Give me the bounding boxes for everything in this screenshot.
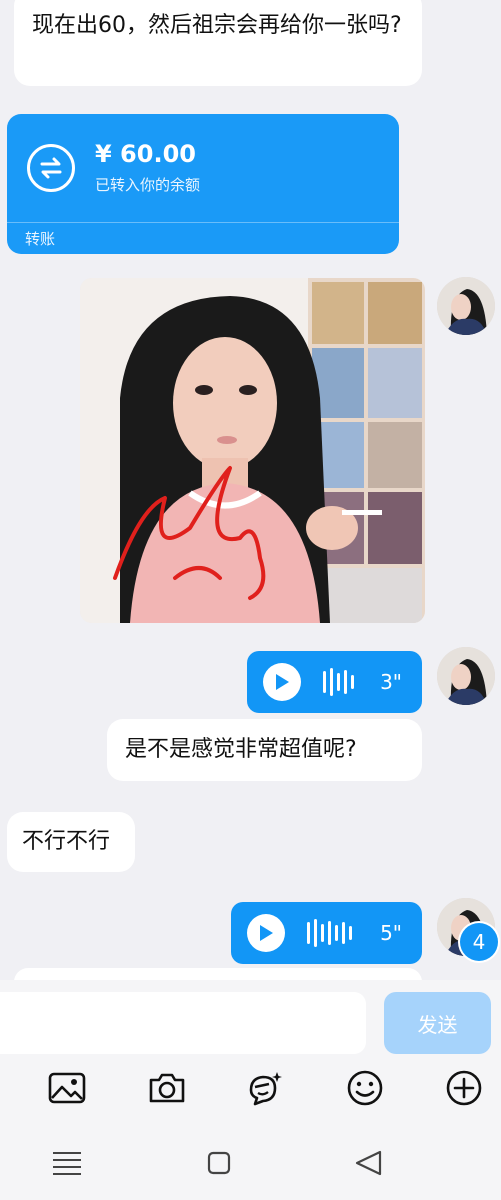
play-icon[interactable] xyxy=(247,914,285,952)
play-icon[interactable] xyxy=(263,663,301,701)
transfer-footer-label: 转账 xyxy=(25,230,56,248)
message-text: 不行不行 xyxy=(22,829,111,854)
send-button[interactable]: 发送 xyxy=(384,992,491,1054)
message-text: 是不是感觉非常超值呢? xyxy=(125,737,357,762)
avatar[interactable] xyxy=(437,277,495,335)
unread-badge[interactable]: 4 xyxy=(460,923,498,961)
message-bubble-incoming[interactable]: 不行不行 xyxy=(7,812,135,872)
voice-duration: 3" xyxy=(380,670,402,694)
avatar[interactable] xyxy=(437,647,495,705)
plus-icon[interactable] xyxy=(444,1068,484,1108)
message-input[interactable] xyxy=(0,992,366,1054)
image-icon[interactable] xyxy=(47,1068,87,1108)
voice-message[interactable]: 3" xyxy=(247,651,422,713)
waveform-icon xyxy=(307,919,352,947)
unread-count: 4 xyxy=(472,930,486,954)
waveform-icon xyxy=(323,668,354,696)
back-icon[interactable] xyxy=(352,1148,386,1178)
message-text: 现在出60，然后祖宗会再给你一张吗? xyxy=(32,13,402,38)
transfer-divider xyxy=(7,222,399,223)
menu-icon[interactable] xyxy=(50,1148,84,1178)
message-bubble-outgoing[interactable]: 是不是感觉非常超值呢? xyxy=(107,719,422,781)
photo-image xyxy=(80,278,425,623)
photo-message[interactable] xyxy=(80,278,425,623)
sticker-icon[interactable] xyxy=(245,1068,285,1108)
transfer-card[interactable]: ¥ 60.00 已转入你的余额 转账 xyxy=(7,114,399,254)
voice-duration: 5" xyxy=(380,921,402,945)
message-bubble-incoming[interactable]: 现在出60，然后祖宗会再给你一张吗? xyxy=(14,0,422,86)
send-button-label: 发送 xyxy=(417,1012,458,1037)
transfer-arrows-icon xyxy=(27,144,75,192)
transfer-amount: ¥ 60.00 xyxy=(95,140,196,168)
camera-icon[interactable] xyxy=(147,1068,187,1108)
transfer-status: 已转入你的余额 xyxy=(95,176,201,194)
home-icon[interactable] xyxy=(202,1148,236,1178)
emoji-icon[interactable] xyxy=(345,1068,385,1108)
voice-message[interactable]: 5" xyxy=(231,902,422,964)
